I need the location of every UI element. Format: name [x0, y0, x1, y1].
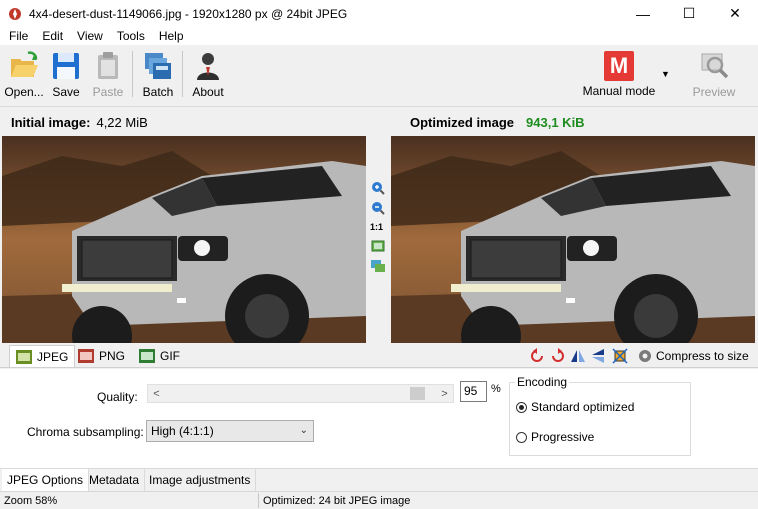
menu-tools[interactable]: Tools	[110, 29, 152, 43]
chevron-right-icon[interactable]: >	[436, 386, 453, 402]
menu-edit[interactable]: Edit	[35, 29, 70, 43]
batch-icon	[145, 53, 171, 79]
optimized-image-photo	[391, 136, 755, 343]
paste-button[interactable]: Paste	[91, 48, 125, 102]
title-bar: 4x4-desert-dust-1149066.jpg - 1920x1280 …	[0, 0, 758, 27]
batch-button[interactable]: Batch	[141, 48, 175, 102]
chroma-subsampling-value: High (4:1:1)	[151, 424, 214, 438]
menu-bar: File Edit View Tools Help	[0, 27, 758, 45]
save-button[interactable]: Save	[50, 48, 82, 102]
tab-gif-label: GIF	[160, 349, 180, 363]
jpeg-file-icon	[16, 349, 32, 364]
folder-open-icon	[11, 51, 38, 77]
chroma-subsampling-label: Chroma subsampling:	[27, 425, 144, 439]
status-info: Optimized: 24 bit JPEG image	[263, 495, 411, 507]
quality-input[interactable]: 95	[460, 381, 487, 402]
maximize-button[interactable]: ☐	[666, 0, 712, 27]
tab-jpeg-label: JPEG	[37, 349, 69, 364]
progressive-label: Progressive	[531, 430, 595, 444]
open-button[interactable]: Open...	[4, 48, 44, 102]
clipboard-icon	[98, 52, 118, 79]
toolbar-separator	[132, 51, 133, 97]
encoding-legend: Encoding	[515, 375, 570, 389]
manual-mode-icon: M	[604, 51, 634, 81]
zoom-out-icon[interactable]	[370, 200, 386, 216]
initial-image-label: Initial image:	[11, 114, 91, 130]
manual-mode-label: Manual mode	[582, 84, 656, 98]
fit-to-window-icon[interactable]	[370, 238, 386, 254]
initial-image-photo	[2, 136, 366, 343]
initial-image-size: 4,22 MiB	[96, 114, 148, 130]
about-label: About	[192, 85, 224, 99]
optimized-image-size: 943,1 KiB	[526, 114, 585, 130]
initial-image-header: Initial image: 4,22 MiB	[11, 108, 148, 136]
rotate-left-icon[interactable]	[530, 348, 546, 364]
chevron-down-icon[interactable]: ▼	[661, 69, 670, 79]
menu-view[interactable]: View	[70, 29, 110, 43]
zoom-strip: 1:1	[366, 136, 390, 343]
initial-image-pane[interactable]	[2, 136, 366, 343]
chroma-subsampling-select[interactable]: High (4:1:1) ⌄	[146, 420, 314, 442]
open-label: Open...	[4, 85, 44, 99]
tab-jpeg-options[interactable]: JPEG Options	[2, 469, 90, 491]
png-file-icon	[78, 349, 94, 363]
status-zoom: Zoom 58%	[4, 495, 58, 507]
flip-vertical-icon[interactable]	[590, 348, 606, 364]
tab-gif[interactable]: GIF	[133, 345, 186, 367]
rotate-right-icon[interactable]	[549, 348, 565, 364]
quality-slider[interactable]: < >	[147, 384, 454, 403]
paste-label: Paste	[92, 85, 124, 99]
preview-button[interactable]: Preview	[692, 48, 736, 102]
standard-optimized-radio[interactable]: Standard optimized	[516, 400, 634, 414]
zoom-actual-size-button[interactable]: 1:1	[370, 222, 383, 232]
radio-selected-icon	[516, 401, 527, 413]
about-button[interactable]: About	[190, 48, 226, 102]
status-separator	[258, 493, 259, 508]
flip-horizontal-icon[interactable]	[570, 348, 586, 364]
window-title: 4x4-desert-dust-1149066.jpg - 1920x1280 …	[29, 6, 348, 21]
radio-unselected-icon	[516, 431, 527, 443]
gif-file-icon	[139, 349, 155, 363]
floppy-disk-icon	[53, 53, 79, 79]
person-icon	[197, 53, 219, 80]
progressive-radio[interactable]: Progressive	[516, 430, 594, 444]
app-icon	[9, 7, 21, 20]
save-label: Save	[52, 85, 80, 99]
encoding-group: Encoding Standard optimized Progressive	[509, 375, 691, 456]
manual-mode-button[interactable]: M Manual mode	[580, 48, 658, 102]
quality-slider-thumb[interactable]	[410, 387, 425, 400]
status-bar: Zoom 58% Optimized: 24 bit JPEG image	[0, 491, 758, 509]
format-tab-bar: JPEG PNG GIF Compress to size	[0, 344, 758, 368]
tab-png[interactable]: PNG	[72, 345, 131, 367]
sync-view-icon[interactable]	[370, 258, 386, 274]
chevron-left-icon[interactable]: <	[148, 386, 165, 402]
chevron-down-icon: ⌄	[299, 425, 308, 436]
toolbar: Open... Save Paste Batch About M Manual …	[0, 45, 758, 107]
quality-label: Quality:	[97, 390, 138, 404]
gear-icon[interactable]	[637, 348, 653, 364]
menu-help[interactable]: Help	[152, 29, 191, 43]
tab-metadata[interactable]: Metadata	[84, 469, 146, 491]
quality-unit: %	[491, 383, 501, 395]
magnifier-icon	[701, 53, 729, 79]
minimize-button[interactable]: —	[620, 0, 666, 27]
optimized-image-label: Optimized image	[410, 114, 515, 130]
optimized-image-header: Optimized image 943,1 KiB	[410, 108, 585, 136]
close-button[interactable]: ✕	[712, 0, 758, 27]
tab-png-label: PNG	[99, 349, 126, 363]
standard-optimized-label: Standard optimized	[531, 400, 635, 414]
zoom-in-icon[interactable]	[370, 180, 386, 196]
crop-icon[interactable]	[612, 348, 628, 364]
menu-file[interactable]: File	[2, 29, 35, 43]
optimized-image-pane[interactable]	[391, 136, 755, 343]
jpeg-options-panel: Quality: < > 95 % Chroma subsampling: Hi…	[0, 369, 758, 468]
tab-jpeg[interactable]: JPEG	[9, 345, 76, 367]
tab-image-adjustments[interactable]: Image adjustments	[144, 469, 257, 491]
toolbar-separator	[182, 51, 183, 97]
app-window: 4x4-desert-dust-1149066.jpg - 1920x1280 …	[0, 0, 758, 509]
compress-to-size-button[interactable]: Compress to size	[656, 349, 749, 363]
options-tab-bar: JPEG Options Metadata Image adjustments	[0, 468, 758, 491]
batch-label: Batch	[142, 85, 174, 99]
preview-label: Preview	[692, 85, 736, 99]
